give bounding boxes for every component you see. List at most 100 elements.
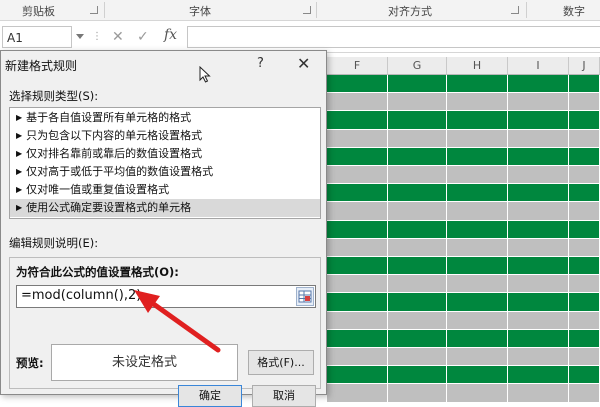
- sheet-cell[interactable]: [388, 166, 447, 185]
- sheet-cell[interactable]: [327, 166, 388, 185]
- sheet-cell[interactable]: [508, 384, 569, 403]
- sheet-cell[interactable]: [327, 75, 388, 94]
- sheet-cell[interactable]: [569, 293, 600, 312]
- sheet-cell[interactable]: [447, 366, 508, 385]
- sheet-cell[interactable]: [447, 111, 508, 130]
- sheet-cell[interactable]: [388, 184, 447, 203]
- sheet-cell[interactable]: [447, 293, 508, 312]
- cancel-button[interactable]: 取消: [252, 385, 316, 407]
- sheet-cell[interactable]: [388, 293, 447, 312]
- sheet-cell[interactable]: [327, 275, 388, 294]
- rule-type-item[interactable]: ▶ 仅对唯一值或重复值设置格式: [10, 181, 320, 199]
- sheet-cell[interactable]: [508, 202, 569, 221]
- sheet-cell[interactable]: [569, 147, 600, 166]
- sheet-cell[interactable]: [327, 238, 388, 257]
- format-button[interactable]: 格式(F)...: [248, 350, 314, 375]
- rule-type-item[interactable]: ▶ 仅对高于或低于平均值的数值设置格式: [10, 163, 320, 181]
- sheet-cell[interactable]: [447, 220, 508, 239]
- sheet-cell[interactable]: [388, 238, 447, 257]
- sheet-cell[interactable]: [508, 75, 569, 94]
- column-header-f[interactable]: F: [327, 57, 388, 75]
- sheet-cell[interactable]: [508, 220, 569, 239]
- sheet-cell[interactable]: [569, 166, 600, 185]
- sheet-cell[interactable]: [569, 329, 600, 348]
- sheet-cell[interactable]: [569, 184, 600, 203]
- sheet-cell[interactable]: [569, 348, 600, 367]
- sheet-cell[interactable]: [508, 238, 569, 257]
- sheet-cell[interactable]: [447, 329, 508, 348]
- sheet-cell[interactable]: [508, 293, 569, 312]
- sheet-cell[interactable]: [447, 166, 508, 185]
- sheet-cell[interactable]: [447, 257, 508, 276]
- sheet-cell[interactable]: [447, 275, 508, 294]
- sheet-cell[interactable]: [508, 111, 569, 130]
- sheet-cell[interactable]: [447, 384, 508, 403]
- sheet-cell[interactable]: [508, 184, 569, 203]
- name-box[interactable]: A1: [2, 26, 72, 48]
- formula-input[interactable]: [187, 26, 600, 48]
- rule-type-item[interactable]: ▶ 基于各自值设置所有单元格的格式: [10, 109, 320, 127]
- sheet-cell[interactable]: [388, 147, 447, 166]
- sheet-cell[interactable]: [508, 329, 569, 348]
- sheet-cell[interactable]: [569, 257, 600, 276]
- sheet-cell[interactable]: [388, 93, 447, 112]
- sheet-cell[interactable]: [388, 366, 447, 385]
- sheet-cell[interactable]: [388, 329, 447, 348]
- sheet-cell[interactable]: [569, 220, 600, 239]
- sheet-cell[interactable]: [508, 366, 569, 385]
- sheet-cell[interactable]: [388, 311, 447, 330]
- sheet-cell[interactable]: [388, 384, 447, 403]
- sheet-cell[interactable]: [569, 384, 600, 403]
- enter-icon[interactable]: ✓: [137, 29, 149, 45]
- sheet-cell[interactable]: [508, 257, 569, 276]
- sheet-cell[interactable]: [327, 93, 388, 112]
- sheet-cell[interactable]: [508, 129, 569, 148]
- sheet-cell[interactable]: [508, 275, 569, 294]
- sheet-cell[interactable]: [508, 348, 569, 367]
- sheet-cell[interactable]: [327, 311, 388, 330]
- sheet-cell[interactable]: [447, 75, 508, 94]
- sheet-cell[interactable]: [388, 111, 447, 130]
- sheet-cell[interactable]: [508, 311, 569, 330]
- clipboard-launcher-icon[interactable]: [90, 6, 98, 14]
- sheet-cell[interactable]: [569, 93, 600, 112]
- sheet-cell[interactable]: [327, 184, 388, 203]
- sheet-cell[interactable]: [327, 329, 388, 348]
- sheet-cell[interactable]: [327, 366, 388, 385]
- sheet-cell[interactable]: [388, 257, 447, 276]
- formula-field[interactable]: =mod(column(),2): [16, 285, 316, 308]
- column-header-i[interactable]: I: [508, 57, 569, 75]
- sheet-cell[interactable]: [447, 147, 508, 166]
- sheet-cell[interactable]: [447, 202, 508, 221]
- sheet-cell[interactable]: [447, 348, 508, 367]
- sheet-cell[interactable]: [327, 111, 388, 130]
- close-icon[interactable]: ✕: [297, 54, 310, 73]
- rule-type-item[interactable]: ▶ 仅对排名靠前或靠后的数值设置格式: [10, 145, 320, 163]
- font-launcher-icon[interactable]: [303, 6, 311, 14]
- ok-button[interactable]: 确定: [178, 385, 242, 407]
- sheet-cell[interactable]: [327, 384, 388, 403]
- sheet-cell[interactable]: [447, 238, 508, 257]
- sheet-cell[interactable]: [569, 238, 600, 257]
- chevron-down-icon[interactable]: [76, 34, 84, 39]
- sheet-cell[interactable]: [508, 147, 569, 166]
- sheet-cell[interactable]: [447, 184, 508, 203]
- sheet-cell[interactable]: [388, 75, 447, 94]
- sheet-cell[interactable]: [388, 220, 447, 239]
- sheet-cell[interactable]: [569, 129, 600, 148]
- sheet-cell[interactable]: [388, 348, 447, 367]
- sheet-cell[interactable]: [447, 129, 508, 148]
- sheet-cell[interactable]: [327, 348, 388, 367]
- sheet-cell[interactable]: [388, 129, 447, 148]
- column-header-g[interactable]: G: [388, 57, 447, 75]
- help-icon[interactable]: ?: [257, 56, 264, 71]
- insert-function-icon[interactable]: fx: [164, 27, 177, 43]
- sheet-cell[interactable]: [569, 275, 600, 294]
- rule-type-list[interactable]: ▶ 基于各自值设置所有单元格的格式 ▶ 只为包含以下内容的单元格设置格式 ▶ 仅对排名…: [9, 107, 321, 219]
- sheet-cell[interactable]: [327, 293, 388, 312]
- sheet-cell[interactable]: [508, 166, 569, 185]
- rule-type-item[interactable]: ▶ 只为包含以下内容的单元格设置格式: [10, 127, 320, 145]
- sheet-cell[interactable]: [388, 202, 447, 221]
- sheet-cell[interactable]: [327, 202, 388, 221]
- cancel-icon[interactable]: ✕: [112, 29, 124, 45]
